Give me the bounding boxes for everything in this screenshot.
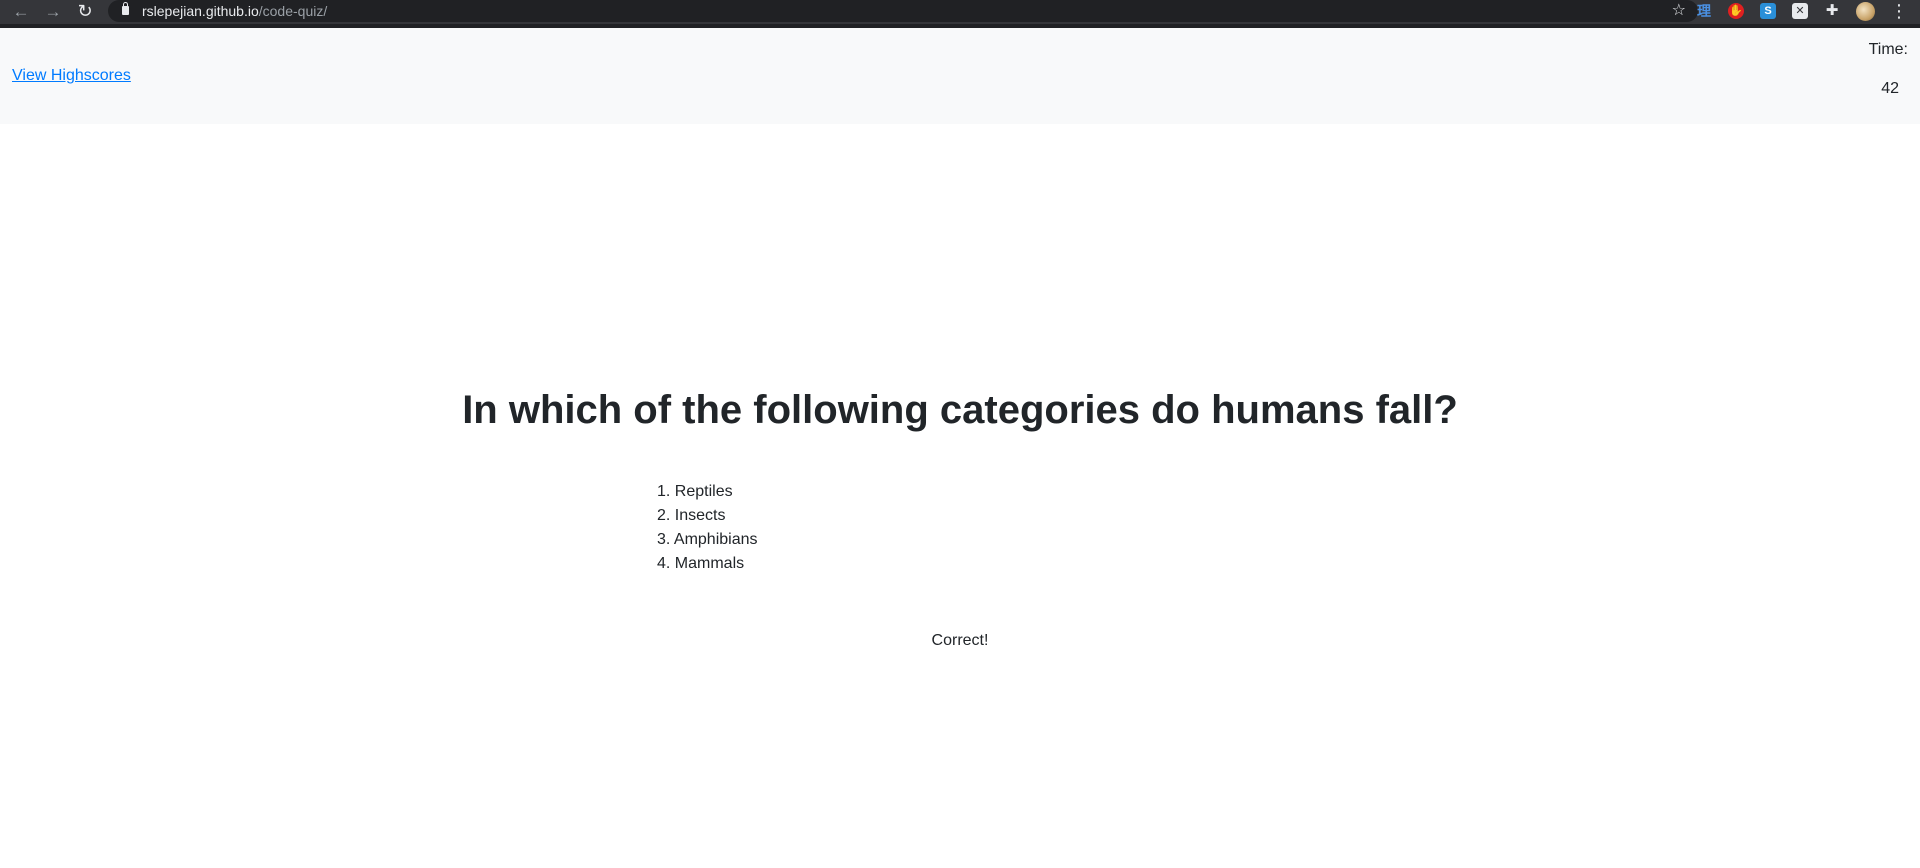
back-arrow-icon[interactable]: ← bbox=[9, 0, 33, 22]
timer-label: Time: bbox=[1868, 41, 1908, 58]
x-extension-icon[interactable]: ✕ bbox=[1792, 3, 1808, 19]
browser-toolbar: ← → ↻ rslepejian.github.io/code-quiz/ ☆ … bbox=[0, 0, 1920, 28]
url-path: /code-quiz/ bbox=[258, 3, 328, 19]
puzzle-extensions-icon[interactable]: ✚ bbox=[1824, 3, 1840, 19]
timer-value: 42 bbox=[1881, 80, 1899, 97]
address-bar[interactable]: rslepejian.github.io/code-quiz/ ☆ bbox=[108, 0, 1698, 22]
s-extension-icon[interactable]: S bbox=[1760, 3, 1776, 19]
url-host: rslepejian.github.io bbox=[142, 3, 259, 19]
profile-avatar[interactable] bbox=[1856, 2, 1875, 21]
question-heading: In which of the following categories do … bbox=[462, 388, 1458, 432]
answer-choices-list: 1. Reptiles 2. Insects 3. Amphibians 4. … bbox=[657, 480, 758, 576]
forward-arrow-icon[interactable]: → bbox=[41, 0, 65, 22]
translate-extension-icon[interactable]: 理 bbox=[1696, 3, 1712, 19]
url-text[interactable]: rslepejian.github.io/code-quiz/ bbox=[142, 3, 327, 19]
kebab-menu-icon[interactable]: ⋮ bbox=[1890, 0, 1908, 22]
page-header: View Highscores Time: 42 bbox=[0, 28, 1920, 124]
view-highscores-link[interactable]: View Highscores bbox=[12, 67, 131, 85]
bookmark-star-icon[interactable]: ☆ bbox=[1672, 1, 1686, 21]
answer-choice-insects[interactable]: 2. Insects bbox=[657, 504, 758, 528]
answer-choice-amphibians[interactable]: 3. Amphibians bbox=[657, 528, 758, 552]
answer-choice-mammals[interactable]: 4. Mammals bbox=[657, 552, 758, 576]
hand-extension-icon[interactable]: ✋ bbox=[1728, 3, 1744, 19]
lock-icon[interactable] bbox=[122, 2, 129, 15]
answer-feedback: Correct! bbox=[931, 632, 989, 649]
reload-icon[interactable]: ↻ bbox=[73, 0, 97, 22]
answer-choice-reptiles[interactable]: 1. Reptiles bbox=[657, 480, 758, 504]
